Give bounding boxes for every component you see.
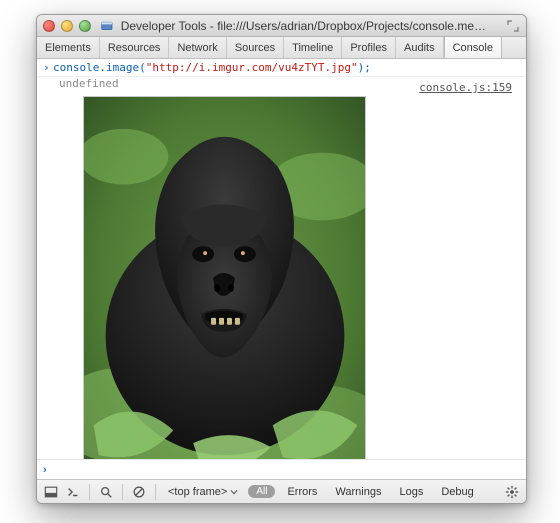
tab-label: Profiles — [350, 42, 387, 54]
chevron-down-icon — [230, 486, 238, 498]
tab-profiles[interactable]: Profiles — [342, 37, 396, 58]
frame-selector-label: <top frame> — [168, 486, 227, 498]
filter-logs[interactable]: Logs — [393, 486, 429, 498]
frame-selector[interactable]: <top frame> — [164, 486, 242, 498]
tab-timeline[interactable]: Timeline — [284, 37, 342, 58]
source-link[interactable]: console.js:159 — [419, 81, 512, 94]
minimize-button[interactable] — [61, 20, 73, 32]
devtools-icon — [101, 19, 113, 33]
filter-debug[interactable]: Debug — [435, 486, 479, 498]
separator — [155, 484, 156, 500]
close-button[interactable] — [43, 20, 55, 32]
search-icon[interactable] — [98, 484, 114, 500]
tab-network[interactable]: Network — [169, 37, 226, 58]
window-controls — [43, 20, 91, 32]
filter-all[interactable]: All — [248, 485, 275, 498]
separator — [89, 484, 90, 500]
console-prompt[interactable]: › — [37, 459, 526, 479]
tab-console[interactable]: Console — [444, 37, 502, 58]
code-call: console.image( — [53, 61, 146, 74]
separator — [122, 484, 123, 500]
tab-sources[interactable]: Sources — [227, 37, 284, 58]
tab-label: Elements — [45, 42, 91, 54]
window-title: Developer Tools - file:///Users/adrian/D… — [121, 19, 495, 33]
status-bar: <top frame> All Errors Warnings Logs Deb… — [37, 479, 526, 503]
clear-icon[interactable] — [131, 484, 147, 500]
dock-icon[interactable] — [43, 484, 59, 500]
tab-label: Timeline — [292, 42, 333, 54]
tab-bar: Elements Resources Network Sources Timel… — [37, 37, 526, 59]
tab-audits[interactable]: Audits — [396, 37, 444, 58]
tab-label: Resources — [108, 42, 161, 54]
expand-icon[interactable] — [507, 20, 520, 32]
console-toggle-icon[interactable] — [65, 484, 81, 500]
titlebar: Developer Tools - file:///Users/adrian/D… — [37, 15, 526, 37]
filter-errors[interactable]: Errors — [281, 486, 323, 498]
code-string: "http://i.imgur.com/vu4zTYT.jpg" — [146, 61, 358, 74]
filter-warnings[interactable]: Warnings — [329, 486, 387, 498]
devtools-window: Developer Tools - file:///Users/adrian/D… — [36, 14, 527, 504]
tab-label: Network — [177, 42, 217, 54]
gear-icon[interactable] — [504, 484, 520, 500]
console-output: › console.image("http://i.imgur.com/vu4z… — [37, 59, 526, 459]
console-code: console.image("http://i.imgur.com/vu4zTY… — [53, 61, 371, 74]
tab-label: Sources — [235, 42, 275, 54]
console-input[interactable] — [57, 463, 520, 476]
result-value: undefined — [43, 77, 119, 90]
tab-label: Console — [453, 42, 493, 54]
zoom-button[interactable] — [79, 20, 91, 32]
tab-label: Audits — [404, 42, 435, 54]
prompt-caret-icon: › — [43, 464, 53, 476]
code-tail: ); — [358, 61, 371, 74]
input-caret-icon: › — [43, 61, 53, 74]
tab-resources[interactable]: Resources — [100, 37, 170, 58]
console-logged-image — [83, 96, 366, 459]
tab-elements[interactable]: Elements — [37, 37, 100, 58]
console-entry-input: › console.image("http://i.imgur.com/vu4z… — [37, 59, 526, 77]
